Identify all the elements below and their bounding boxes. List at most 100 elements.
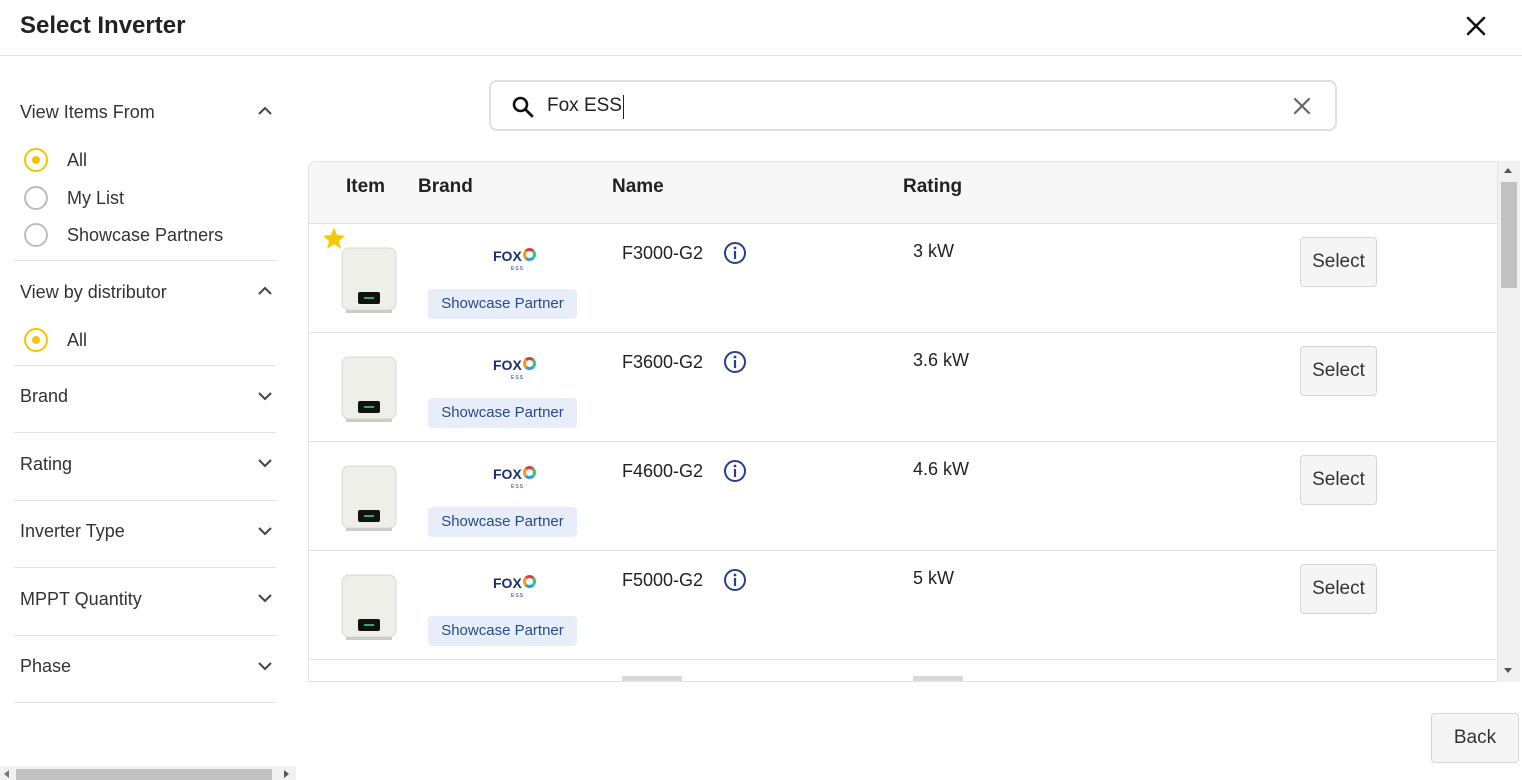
column-header-rating: Rating [903, 176, 963, 197]
table-row[interactable]: FOX ESS Showcase Partner F3000-G2 3 kW S… [309, 224, 1497, 333]
scroll-left-icon[interactable] [4, 770, 9, 778]
brand-logo-text: FOX [493, 357, 522, 373]
filter-sidebar: View Items From All My List Showcase Par… [0, 57, 296, 780]
truncated-text-placeholder [913, 676, 963, 681]
showcase-partner-badge: Showcase Partner [428, 398, 577, 428]
select-button[interactable]: Select [1300, 237, 1377, 287]
search-box[interactable] [489, 80, 1337, 131]
close-button[interactable] [1460, 10, 1492, 42]
filter-title: View Items From [20, 102, 155, 122]
column-header-name: Name [612, 176, 664, 197]
brand-logo-mark [522, 465, 536, 479]
info-icon[interactable] [723, 241, 747, 265]
filter-section-view-by-distributor: View by distributor All [14, 261, 276, 366]
select-button[interactable]: Select [1300, 455, 1377, 505]
table-row-partial[interactable] [309, 660, 1497, 681]
info-icon[interactable] [723, 350, 747, 374]
filter-title: MPPT Quantity [20, 589, 142, 609]
search-icon [512, 96, 534, 118]
radio-icon[interactable] [24, 186, 48, 210]
inverter-image [341, 356, 397, 422]
product-name: F5000-G2 [622, 570, 704, 590]
product-rating: 3.6 kW [913, 350, 970, 370]
info-icon[interactable] [723, 568, 747, 592]
chevron-down-icon[interactable] [256, 522, 274, 540]
brand-logo-text: FOX [493, 248, 522, 264]
scrollbar-thumb[interactable] [1501, 182, 1517, 288]
brand-logo-mark [522, 574, 536, 588]
brand-logo-mark [522, 247, 536, 261]
filter-section-mppt-quantity[interactable]: MPPT Quantity [14, 568, 276, 636]
search-input[interactable] [547, 92, 1247, 120]
radio-option-all[interactable]: All [24, 326, 87, 354]
product-name: F3600-G2 [622, 352, 704, 372]
brand-logo-subtext: ESS [511, 593, 525, 599]
text-cursor [623, 95, 624, 119]
radio-label: My List [67, 187, 125, 208]
dialog-title: Select Inverter [20, 12, 186, 39]
chevron-down-icon[interactable] [256, 589, 274, 607]
brand-logo: FOX [493, 465, 536, 482]
info-icon[interactable] [723, 459, 747, 483]
inverter-image [341, 574, 397, 640]
brand-logo: FOX [493, 247, 536, 264]
showcase-partner-badge: Showcase Partner [428, 507, 577, 537]
scrollbar-thumb[interactable] [16, 769, 272, 780]
radio-label: All [67, 149, 88, 170]
select-button[interactable]: Select [1300, 346, 1377, 396]
product-name: F4600-G2 [622, 461, 704, 481]
results-table: Item Brand Name Rating FOX ESS Showcase … [308, 161, 1498, 682]
brand-logo-subtext: ESS [511, 484, 525, 490]
chevron-up-icon[interactable] [256, 102, 274, 120]
showcase-partner-badge: Showcase Partner [428, 289, 577, 319]
brand-logo-subtext: ESS [511, 266, 525, 272]
table-row[interactable]: FOX ESS Showcase Partner F4600-G2 4.6 kW… [309, 442, 1497, 551]
radio-icon[interactable] [24, 223, 48, 247]
brand-logo: FOX [493, 574, 536, 591]
product-name: F3000-G2 [622, 243, 704, 263]
scroll-down-icon[interactable] [1504, 668, 1512, 673]
brand-logo-text: FOX [493, 575, 522, 591]
filter-section-brand[interactable]: Brand [14, 366, 276, 433]
radio-option-showcase-partners[interactable]: Showcase Partners [24, 221, 223, 249]
brand-logo-mark [522, 356, 536, 370]
dialog-header: Select Inverter [0, 0, 1522, 56]
radio-option-my-list[interactable]: My List [24, 184, 124, 212]
filter-section-phase[interactable]: Phase [14, 636, 276, 703]
truncated-text-placeholder [622, 676, 682, 681]
radio-selected-icon[interactable] [24, 148, 48, 172]
close-icon [1466, 16, 1486, 36]
brand-logo-text: FOX [493, 466, 522, 482]
scroll-right-icon[interactable] [284, 770, 289, 778]
radio-label: Showcase Partners [67, 224, 224, 245]
table-header: Item Brand Name Rating [309, 162, 1497, 224]
filter-section-view-items-from: View Items From All My List Showcase Par… [14, 57, 276, 261]
filter-section-inverter-type[interactable]: Inverter Type [14, 501, 276, 568]
select-button[interactable]: Select [1300, 564, 1377, 614]
table-row[interactable]: FOX ESS Showcase Partner F5000-G2 5 kW S… [309, 551, 1497, 660]
filter-section-rating[interactable]: Rating [14, 433, 276, 501]
radio-selected-icon[interactable] [24, 328, 48, 352]
back-button[interactable]: Back [1431, 713, 1519, 763]
clear-icon[interactable] [1291, 95, 1313, 117]
column-header-item: Item [346, 176, 386, 197]
radio-label: All [67, 329, 88, 350]
brand-logo-subtext: ESS [511, 375, 525, 381]
table-vertical-scrollbar[interactable] [1498, 161, 1520, 682]
filter-title: Phase [20, 656, 72, 676]
chevron-down-icon[interactable] [256, 454, 274, 472]
radio-option-all[interactable]: All [24, 146, 87, 174]
chevron-down-icon[interactable] [256, 387, 274, 405]
filter-title: View by distributor [20, 282, 167, 302]
inverter-image [341, 465, 397, 531]
sidebar-horizontal-scrollbar[interactable] [0, 766, 296, 780]
table-row[interactable]: FOX ESS Showcase Partner F3600-G2 3.6 kW… [309, 333, 1497, 442]
product-rating: 3 kW [913, 241, 955, 261]
scroll-up-icon[interactable] [1504, 168, 1512, 173]
showcase-partner-badge: Showcase Partner [428, 616, 577, 646]
product-rating: 4.6 kW [913, 459, 970, 479]
chevron-down-icon[interactable] [256, 657, 274, 675]
product-rating: 5 kW [913, 568, 955, 588]
chevron-up-icon[interactable] [256, 282, 274, 300]
filter-title: Brand [20, 386, 69, 406]
